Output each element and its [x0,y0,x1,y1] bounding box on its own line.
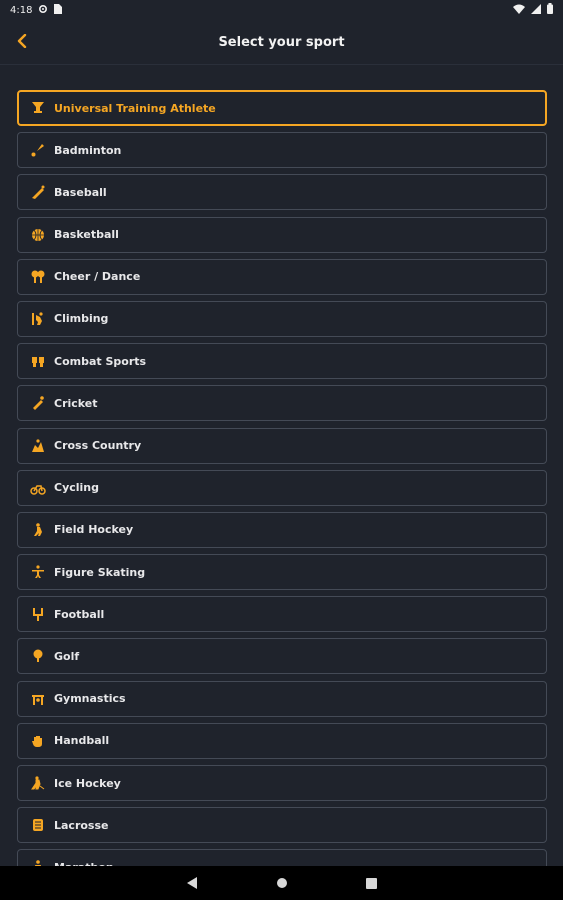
sport-item-label: Figure Skating [54,565,146,579]
sport-item-label: Universal Training Athlete [54,101,216,115]
baseball-bat-icon [30,184,46,200]
gymnastics-icon [30,691,46,707]
sport-list: Universal Training Athlete Badminton Baseb… [17,90,547,866]
golf-ball-icon [30,648,46,664]
page-title: Select your sport [218,34,345,50]
sport-item[interactable]: Lacrosse [17,807,547,844]
chevron-left-icon [16,33,28,52]
sport-item[interactable]: Golf [17,638,547,675]
recents-square-icon[interactable] [362,873,382,893]
sport-item-label: Handball [54,734,110,748]
sport-item-label: Cricket [54,396,98,410]
bicycle-icon [30,480,46,496]
hockey-player-icon [30,522,46,538]
sport-item-label: Basketball [54,228,119,242]
sport-item-label: Baseball [54,185,107,199]
wifi-icon [513,4,525,17]
lacrosse-icon [30,817,46,833]
sport-item[interactable]: Gymnastics [17,680,547,717]
sport-item-label: Lacrosse [54,818,109,832]
trophy-icon [30,100,46,116]
sport-item[interactable]: Football [17,596,547,633]
sport-item-label: Golf [54,649,80,663]
sport-item-label: Football [54,607,105,621]
pompom-icon [30,269,46,285]
skater-icon [30,564,46,580]
sport-item-label: Cycling [54,481,100,495]
sport-item-label: Badminton [54,143,122,157]
climbing-icon [30,311,46,327]
sport-item[interactable]: Combat Sports [17,343,547,380]
ice-hockey-icon [30,775,46,791]
hand-icon [30,733,46,749]
sport-item-label: Combat Sports [54,354,147,368]
app-bar: Select your sport [0,20,563,65]
sport-item-label: Gymnastics [54,692,126,706]
back-triangle-icon[interactable] [182,873,202,893]
sport-item[interactable]: Cricket [17,385,547,422]
sport-item[interactable]: Badminton [17,132,547,169]
sim-icon [54,3,63,17]
basketball-icon [30,227,46,243]
cricket-bat-icon [30,395,46,411]
shuttlecock-icon [30,142,46,158]
system-nav-bar [0,866,563,900]
home-circle-icon[interactable] [272,873,292,893]
status-time: 4:18 [10,4,33,16]
boxing-icon [30,353,46,369]
marathon-icon [30,859,46,866]
sport-item-label: Ice Hockey [54,776,121,790]
sport-item[interactable]: Basketball [17,216,547,253]
sport-item[interactable]: Field Hockey [17,511,547,548]
sport-item-label: Cross Country [54,439,142,452]
sport-item[interactable]: Ice Hockey [17,765,547,801]
sport-item[interactable]: Cycling [17,469,547,506]
sport-item[interactable]: Cheer / Dance [17,258,547,295]
sport-item-label: Climbing [54,312,109,326]
sport-item[interactable]: Handball [17,722,547,759]
settings-icon [38,4,48,17]
goalpost-icon [30,606,46,622]
sport-item-label: Field Hockey [54,523,134,537]
sport-item[interactable]: Baseball [17,174,547,211]
sport-item[interactable]: Climbing [17,300,547,337]
sport-item[interactable]: Figure Skating [17,554,547,591]
battery-icon [547,3,553,17]
back-button[interactable] [8,28,36,56]
status-bar: 4:18 [0,0,563,20]
sport-item[interactable]: Universal Training Athlete [17,90,547,126]
sport-item[interactable]: Marathon [17,849,547,866]
signal-icon [531,3,541,17]
sport-item[interactable]: Cross Country [17,427,547,464]
runner-icon [30,438,46,454]
sport-item-label: Cheer / Dance [54,270,141,284]
